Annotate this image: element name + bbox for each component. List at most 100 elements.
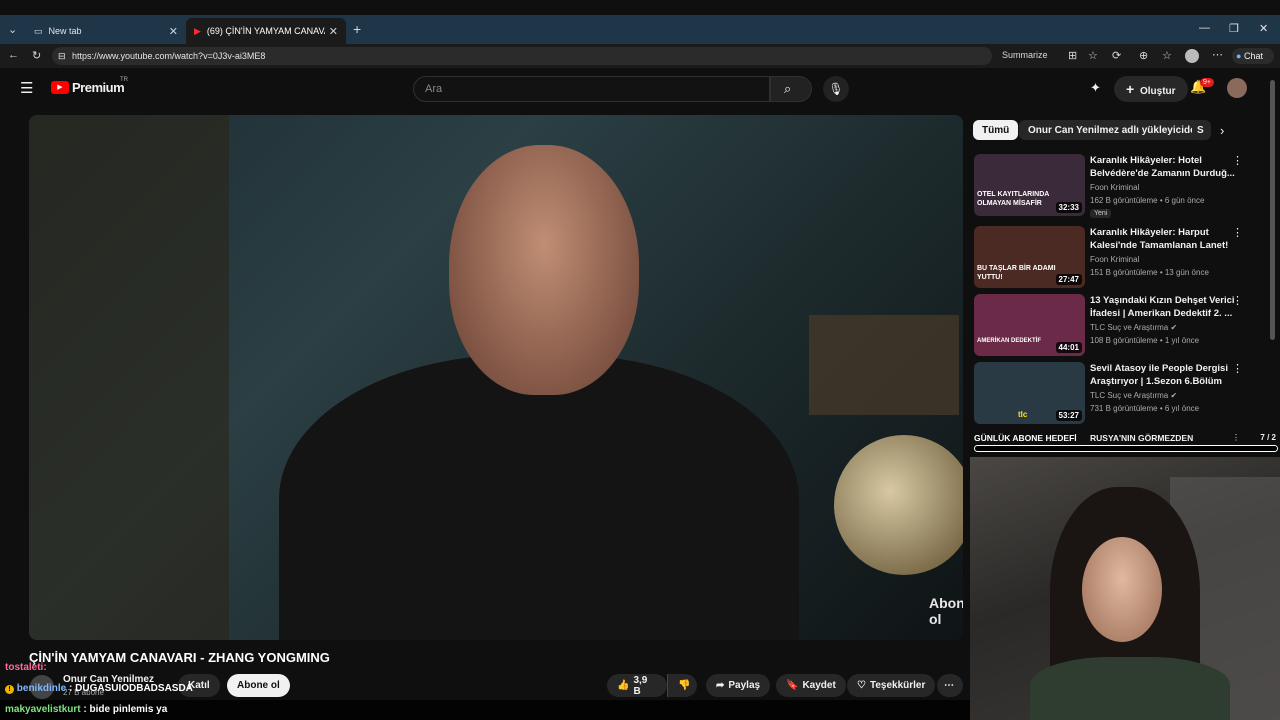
shorts-icon[interactable]: ✦ <box>1090 80 1101 96</box>
copilot-icon: ● <box>1236 51 1242 61</box>
thanks-button[interactable]: ♡ Teşekkürler <box>847 674 936 697</box>
copilot-chat-button[interactable]: ● Chat <box>1232 48 1274 64</box>
back-icon[interactable]: ← <box>8 49 19 61</box>
subscribe-button[interactable]: Abone ol <box>227 674 290 697</box>
tab-label: (69) ÇİN'İN YAMYAM CANAVARI - <box>206 26 325 36</box>
create-button[interactable]: + Oluştur <box>1114 76 1188 102</box>
webcam-overlay <box>970 457 1280 720</box>
duration-badge: 32:33 <box>1055 202 1082 213</box>
chip-uploader[interactable]: Onur Can Yenilmez adlı yükleyiciden <box>1019 120 1211 140</box>
chat-label: Chat <box>1243 51 1263 61</box>
tab-label: New tab <box>48 26 82 36</box>
more-actions-button[interactable]: ⋯ <box>937 674 963 697</box>
video-thumbnail[interactable]: AMERİKAN DEDEKTİF 44:01 <box>974 294 1085 356</box>
region-code: TR <box>120 77 128 83</box>
chat-message: makyavelistkurt : bide pinlemis ya <box>5 704 167 715</box>
coat-background <box>29 115 229 640</box>
youtube-logo-icon[interactable]: ▶ <box>51 81 69 94</box>
like-button[interactable]: 👍 3,9 B <box>607 674 667 697</box>
chip-all[interactable]: Tümü <box>973 120 1019 140</box>
share-button[interactable]: ➦ Paylaş <box>706 674 771 697</box>
duration-badge: 44:01 <box>1055 342 1082 353</box>
recommendation-title[interactable]: Karanlık Hikâyeler: Harput Kalesi'nde Ta… <box>1090 226 1235 252</box>
recommendation-title[interactable]: Sevil Atasoy ile People Dergisi Araştırı… <box>1090 362 1235 388</box>
favorites-icon[interactable]: ☆ <box>1162 49 1172 62</box>
video-thumbnail[interactable]: OTEL KAYITLARINDA OLMAYAN MİSAFİR 32:33 <box>974 154 1085 216</box>
thumbs-down-icon: 👎 <box>678 680 691 691</box>
presenter-body <box>279 355 799 640</box>
video-title: ÇİN'İN YAMYAM CANAVARI - ZHANG YONGMING <box>29 650 330 665</box>
chat-text: bide pinlemis ya <box>89 704 168 715</box>
more-vert-icon[interactable]: ⋮ <box>1232 294 1243 307</box>
split-screen-icon[interactable]: ⊕ <box>1139 49 1148 62</box>
refresh-icon[interactable]: ↻ <box>32 49 41 62</box>
favorite-star-icon[interactable]: ☆ <box>1088 49 1098 62</box>
recommendation-item[interactable]: AMERİKAN DEDEKTİF 44:01 13 Yaşındaki Kız… <box>974 294 1264 358</box>
chat-text: DUGASUIODBADSASDA <box>75 683 193 694</box>
youtube-header: ☰ ▶ Premium TR Ara ⌕ 🎙 ✦ + Oluştur 🔔 9+ <box>0 68 1280 110</box>
apps-icon[interactable]: ⊞ <box>1068 49 1077 62</box>
recommendation-meta: 731 B görüntüleme • 6 yıl önce <box>1090 404 1200 413</box>
chevron-right-icon[interactable]: › <box>1220 123 1224 138</box>
thumbnail-text: tlc <box>1018 410 1028 419</box>
subscriber-goal-overlay: GÜNLÜK ABONE HEDEFİ RUSYA'NIN GÖRMEZDEN … <box>974 431 1278 453</box>
window-close-icon[interactable]: ✕ <box>1259 22 1268 35</box>
more-vert-icon[interactable]: ⋮ <box>1232 362 1243 375</box>
summarize-button[interactable]: Summarize <box>1002 50 1048 60</box>
recommendation-channel[interactable]: Foon Kriminal <box>1090 255 1139 264</box>
more-vert-icon[interactable]: ⋮ <box>1232 154 1243 167</box>
streamer-face <box>1082 537 1162 642</box>
hamburger-menu-icon[interactable]: ☰ <box>20 79 33 97</box>
more-menu-icon[interactable]: ⋯ <box>1212 48 1223 61</box>
extensions-icon[interactable]: ⟳ <box>1112 49 1121 62</box>
chat-badge-icon: ! <box>5 685 14 694</box>
recommendation-channel[interactable]: Foon Kriminal <box>1090 183 1139 192</box>
search-input[interactable]: Ara <box>413 76 770 102</box>
recommendation-item[interactable]: OTEL KAYITLARINDA OLMAYAN MİSAFİR 32:33 … <box>974 154 1264 218</box>
channel-label: TLC Suç ve Araştırma <box>1090 323 1169 332</box>
profile-avatar[interactable] <box>1185 49 1199 63</box>
site-info-icon[interactable]: ⊟ <box>58 47 66 65</box>
search-button[interactable]: ⌕ <box>770 76 812 102</box>
recommendation-meta: 162 B görüntüleme • 6 gün önce <box>1090 196 1205 205</box>
video-thumbnail[interactable]: BU TAŞLAR BİR ADAMI YUTTU! 27:47 <box>974 226 1085 288</box>
recommendation-meta: 108 B görüntüleme • 1 yıl önce <box>1090 336 1200 345</box>
tab-list-icon[interactable]: ⌄ <box>8 23 17 36</box>
subscribe-watermark[interactable]: Abone ol <box>929 595 963 627</box>
url-text: https://www.youtube.com/watch?v=0J3v-ai3… <box>72 51 266 61</box>
maximize-icon[interactable]: ❐ <box>1229 22 1239 35</box>
close-icon[interactable]: ✕ <box>329 25 338 38</box>
recommendation-item[interactable]: tlc 53:27 Sevil Atasoy ile People Dergis… <box>974 362 1264 426</box>
browser-tab-bar: ⌄ ▭ New tab ✕ ▶ (69) ÇİN'İN YAMYAM CANAV… <box>0 15 1280 44</box>
recommendation-channel[interactable]: TLC Suç ve Araştırma ✔ <box>1090 391 1177 400</box>
tab-new-tab[interactable]: ▭ New tab ✕ <box>26 18 186 44</box>
url-field[interactable]: ⊟ https://www.youtube.com/watch?v=0J3v-a… <box>52 47 992 65</box>
recommendation-item[interactable]: BU TAŞLAR BİR ADAMI YUTTU! 27:47 Karanlı… <box>974 226 1264 290</box>
new-tab-plus-icon[interactable]: + <box>353 21 361 37</box>
minimize-icon[interactable]: — <box>1199 22 1210 34</box>
tab-youtube[interactable]: ▶ (69) ÇİN'İN YAMYAM CANAVARI - ✕ <box>186 18 346 44</box>
goal-label: GÜNLÜK ABONE HEDEFİ <box>974 433 1077 443</box>
premium-logo-text[interactable]: Premium <box>72 80 125 95</box>
recommendation-channel[interactable]: TLC Suç ve Araştırma ✔ <box>1090 323 1177 332</box>
more-vert-icon[interactable]: ⋮ <box>1232 226 1243 239</box>
duration-badge: 53:27 <box>1055 410 1082 421</box>
account-avatar[interactable] <box>1227 78 1247 98</box>
save-button[interactable]: 🔖 Kaydet <box>776 674 846 697</box>
dislike-button[interactable]: 👎 <box>667 674 697 697</box>
books-stack <box>809 315 959 415</box>
voice-search-icon[interactable]: 🎙 <box>823 76 849 102</box>
thumbnail-text: BU TAŞLAR BİR ADAMI YUTTU! <box>977 265 1056 281</box>
video-thumbnail[interactable]: tlc 53:27 <box>974 362 1085 424</box>
globe <box>834 435 963 575</box>
page-scrollbar[interactable] <box>1270 80 1275 340</box>
duration-badge: 27:47 <box>1055 274 1082 285</box>
recommendation-title[interactable]: Karanlık Hikâyeler: Hotel Belvédère'de Z… <box>1090 154 1235 180</box>
video-player[interactable]: Abone ol <box>29 115 963 640</box>
next-video-title: RUSYA'NIN GÖRMEZDEN <box>1090 433 1194 443</box>
recommendation-title[interactable]: 13 Yaşındaki Kızın Dehşet Verici İfadesi… <box>1090 294 1235 320</box>
like-count: 3,9 B <box>633 674 648 697</box>
chat-user: benikdinle <box>16 683 67 694</box>
close-icon[interactable]: ✕ <box>169 25 178 38</box>
chip-partial[interactable]: S <box>1192 120 1210 140</box>
